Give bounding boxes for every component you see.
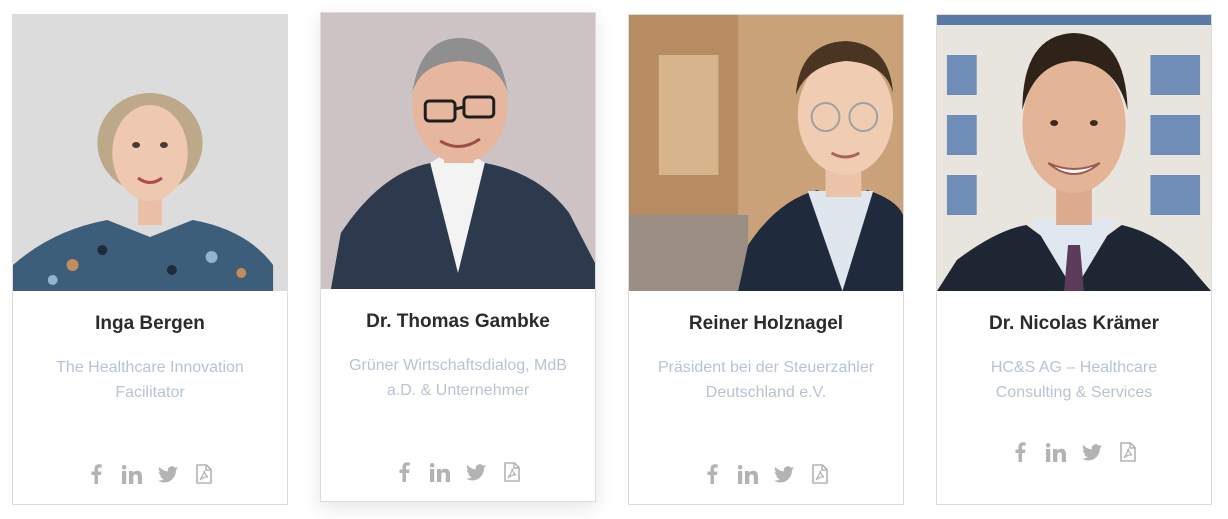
speaker-cards: Inga Bergen The Healthcare Innovation Fa… [0,0,1228,519]
pdf-icon[interactable] [810,463,830,485]
speaker-role: The Healthcare Innovation Facilitator [56,359,244,401]
linkedin-icon[interactable] [738,463,758,485]
linkedin-icon[interactable] [1046,441,1066,463]
speaker-name: Inga Bergen [95,313,205,334]
twitter-icon[interactable] [466,461,486,483]
speaker-role: Präsident bei der Steuerzahler Deutschla… [657,359,875,401]
facebook-icon[interactable] [86,463,106,485]
linkedin-icon[interactable] [122,463,142,485]
social-links [629,463,903,485]
pdf-icon[interactable] [502,461,522,483]
facebook-icon[interactable] [394,461,414,483]
speaker-card: Dr. Nicolas Krämer HC&S AG – Healthcare … [936,14,1212,505]
speaker-card: Inga Bergen The Healthcare Innovation Fa… [12,14,288,505]
speaker-role: HC&S AG – Healthcare Consulting & Servic… [990,359,1158,401]
facebook-icon[interactable] [1010,441,1030,463]
speaker-card: Reiner Holznagel Präsident bei der Steue… [628,14,904,505]
speaker-photo [629,15,903,291]
linkedin-icon[interactable] [430,461,450,483]
pdf-icon[interactable] [1118,441,1138,463]
speaker-photo [13,15,287,291]
speaker-role: Grüner Wirtschaftsdialog, MdB a.D. & Unt… [349,357,567,399]
pdf-icon[interactable] [194,463,214,485]
speaker-photo [321,13,595,289]
speaker-name: Dr. Nicolas Krämer [988,313,1160,334]
twitter-icon[interactable] [774,463,794,485]
facebook-icon[interactable] [702,463,722,485]
speaker-name: Dr. Thomas Gambke [366,311,550,332]
social-links [937,441,1211,463]
twitter-icon[interactable] [1082,441,1102,463]
speaker-card: Dr. Thomas Gambke Grüner Wirtschaftsdial… [320,12,596,502]
speaker-name: Reiner Holznagel [688,313,844,334]
speaker-photo [937,15,1211,291]
twitter-icon[interactable] [158,463,178,485]
social-links [321,461,595,483]
social-links [13,463,287,485]
